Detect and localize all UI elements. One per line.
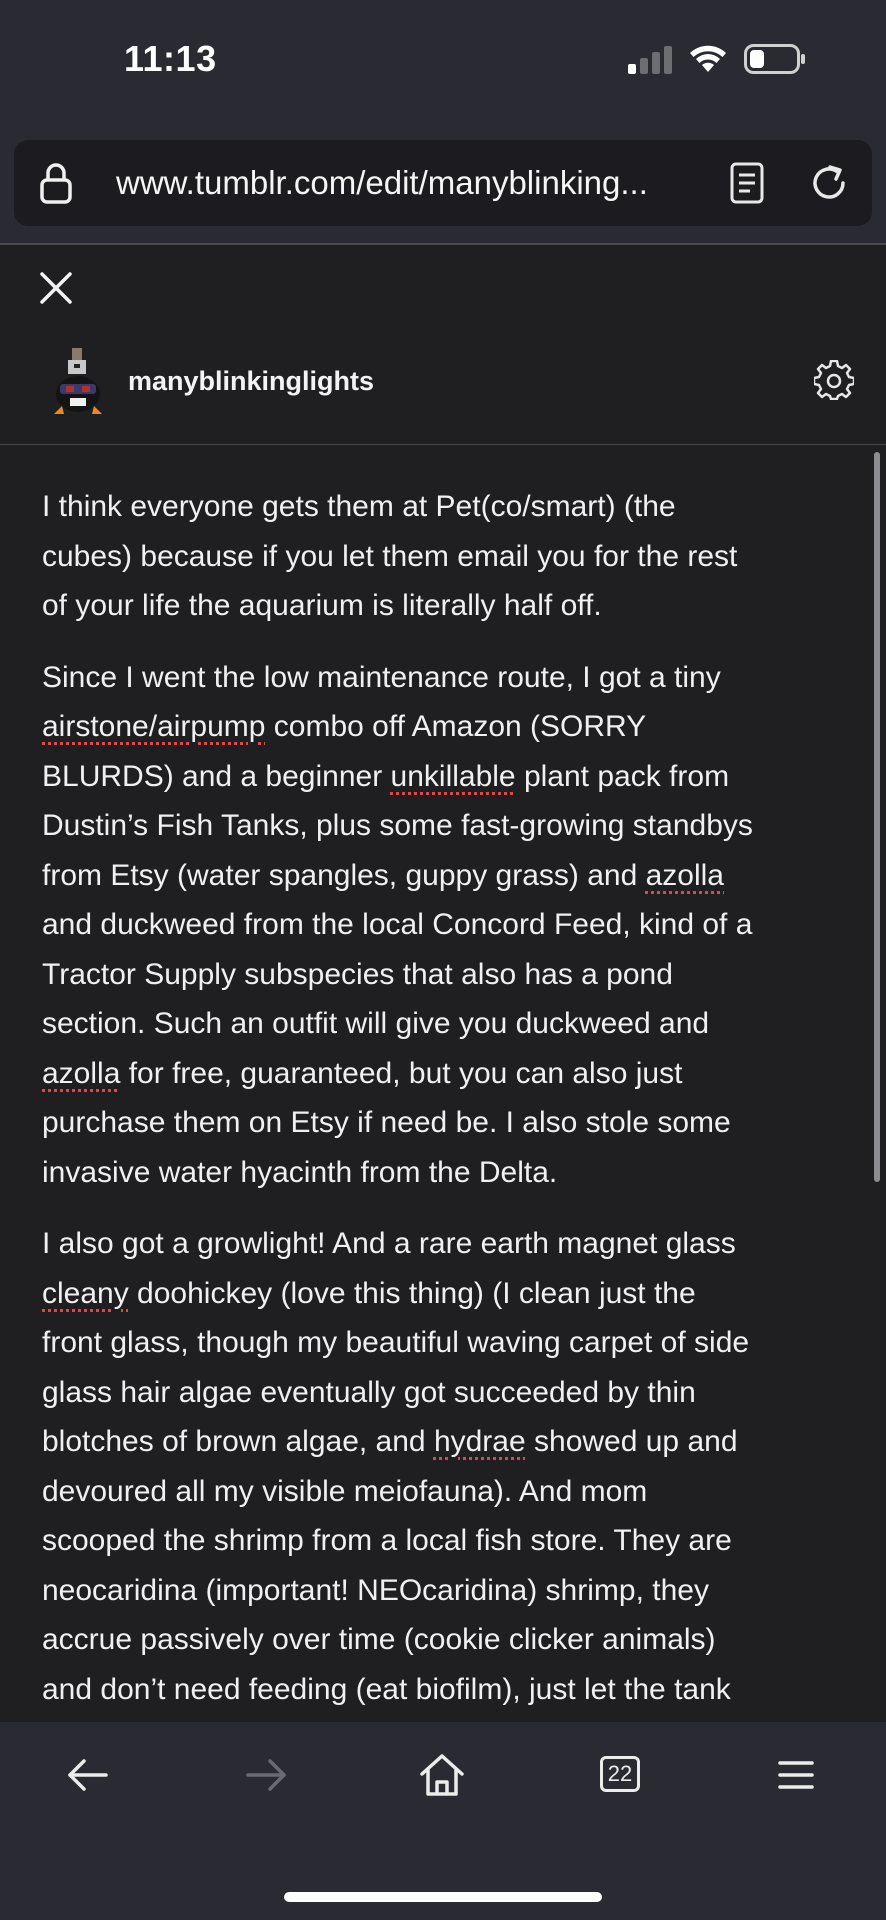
avatar[interactable] [50, 344, 106, 416]
address-bar[interactable]: www.tumblr.com/edit/manyblinking... [14, 140, 872, 226]
home-icon[interactable] [412, 1752, 472, 1798]
spellcheck-flagged-word[interactable]: cleany [42, 1277, 129, 1310]
spellcheck-flagged-word[interactable]: hydrae [434, 1425, 526, 1458]
menu-icon[interactable] [766, 1752, 826, 1798]
close-icon[interactable] [38, 270, 74, 306]
browser-bottom-bar: 22 [0, 1722, 886, 1920]
tabs-button[interactable]: 22 [600, 1756, 640, 1792]
signal-icon [628, 46, 674, 74]
lock-icon [40, 163, 72, 204]
status-time: 11:13 [124, 38, 217, 79]
back-arrow-icon[interactable] [58, 1752, 118, 1798]
topbar-divider [0, 243, 886, 245]
home-indicator[interactable] [284, 1892, 602, 1902]
header-divider [0, 444, 886, 445]
wifi-icon [690, 45, 726, 72]
reader-mode-icon[interactable] [730, 162, 764, 204]
gear-icon[interactable] [814, 360, 854, 400]
scrollbar[interactable] [874, 452, 880, 1182]
spellcheck-flagged-word[interactable]: airstone/airpump [42, 710, 265, 743]
url-text[interactable]: www.tumblr.com/edit/manyblinking... [116, 164, 716, 202]
forward-arrow-icon[interactable] [236, 1752, 296, 1798]
spellcheck-flagged-word[interactable]: azolla [42, 1057, 120, 1090]
spellcheck-flagged-word[interactable]: azolla [646, 859, 724, 892]
post-paragraph[interactable]: I think everyone gets them at Pet(co/sma… [42, 482, 852, 631]
post-paragraph[interactable]: Since I went the low maintenance route, … [42, 653, 852, 1198]
post-editor-body[interactable]: I think everyone gets them at Pet(co/sma… [42, 482, 852, 1722]
battery-icon [744, 44, 805, 74]
spellcheck-flagged-word[interactable]: unkillable [391, 760, 516, 793]
blog-username[interactable]: manyblinkinglights [128, 366, 374, 397]
browser-top-bar: 11:13 www.tumblr.com/edit/manyblinking..… [0, 0, 886, 245]
reload-icon[interactable] [806, 160, 852, 206]
post-paragraph[interactable]: I also got a growlight! And a rare earth… [42, 1219, 852, 1722]
